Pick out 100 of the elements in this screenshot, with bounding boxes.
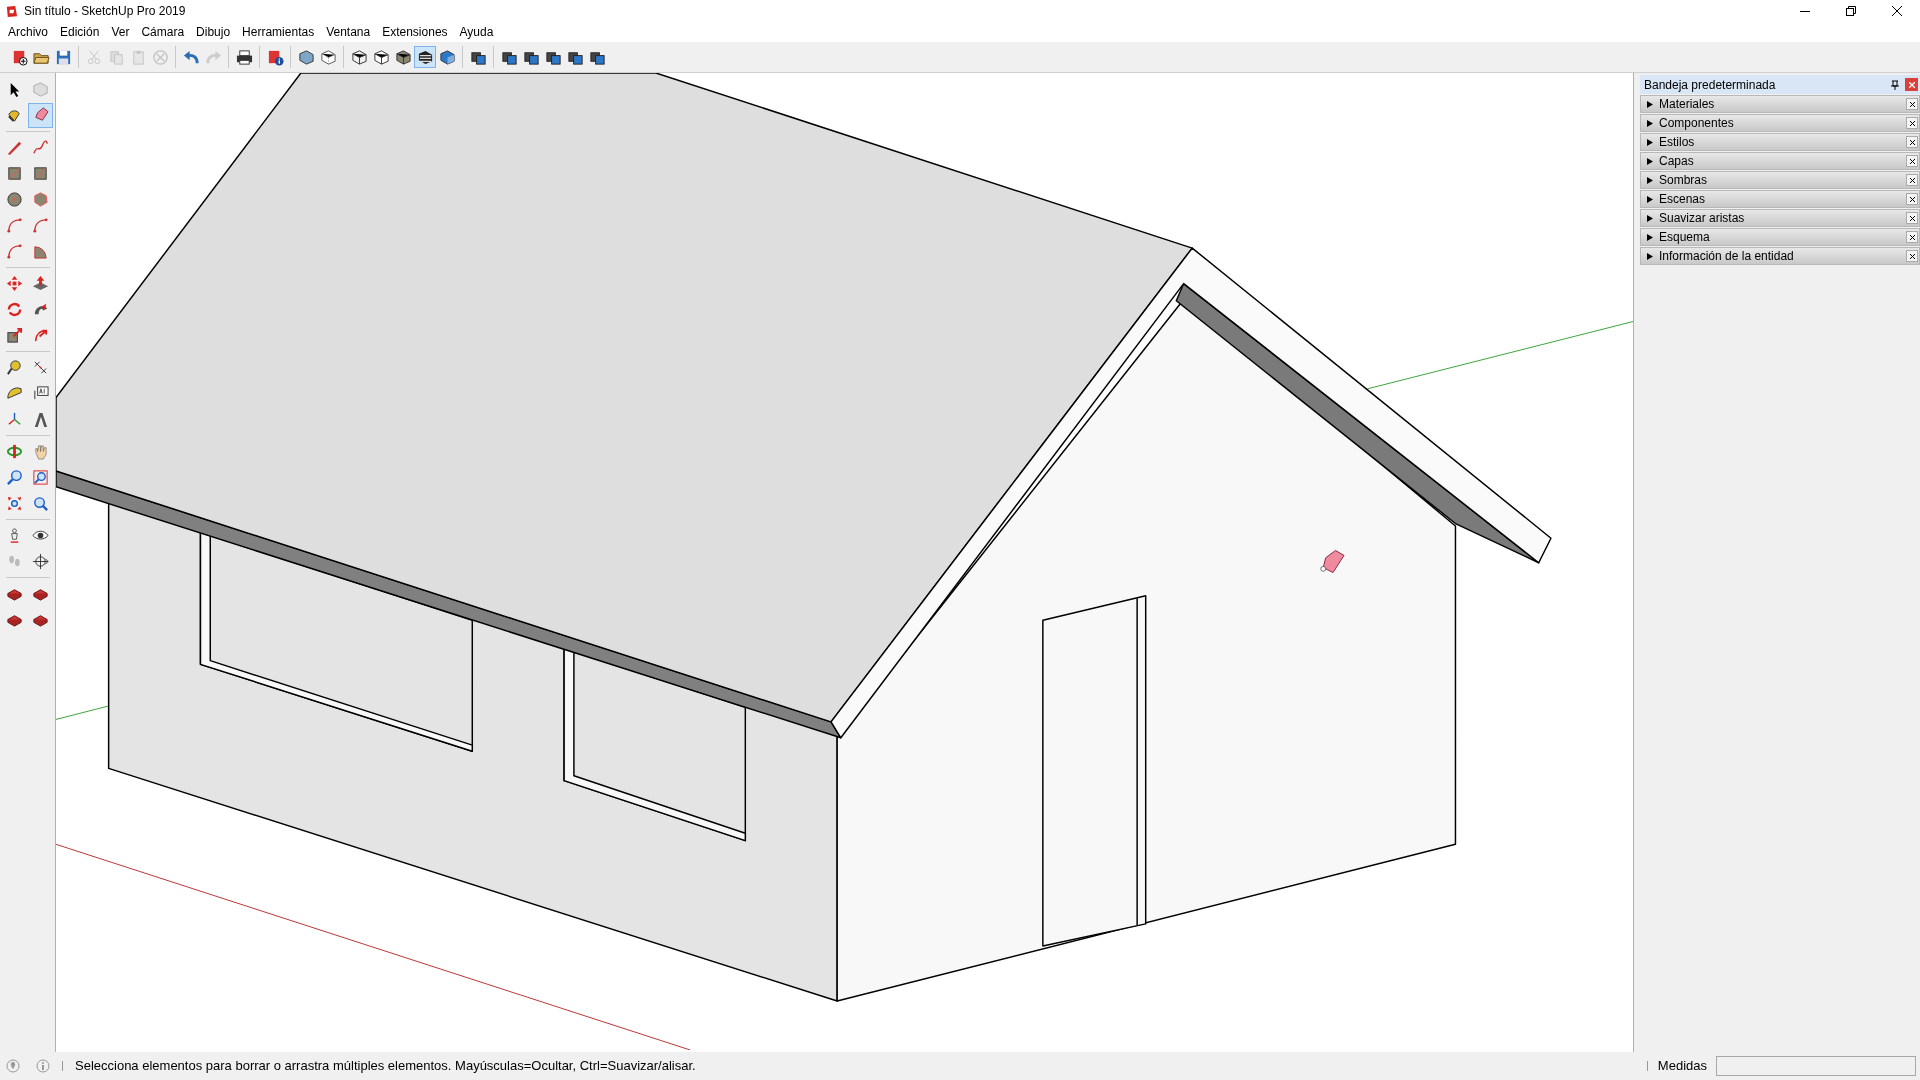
hand-icon [32,443,49,460]
polygon-icon [32,191,49,208]
redo-arrow-icon [204,48,222,66]
panel-title: Estilos [1659,134,1696,151]
xray-cube-icon [297,48,315,66]
panel-close-button[interactable] [1906,193,1918,205]
tray-title: Bandeja predeterminada [1644,76,1777,94]
paint-bucket-icon [6,107,23,124]
panel-title: Materiales [1659,96,1716,113]
panel-title: Información de la entidad [1659,248,1795,265]
dashed-cube-icon [319,48,337,66]
menu-item[interactable]: Archivo [2,22,54,42]
circle-icon [6,191,23,208]
collapsed-triangle-icon [1647,214,1653,222]
eraser-button[interactable] [28,103,53,128]
wireframe-cube-icon [350,48,368,66]
close-icon [1909,196,1915,202]
collapsed-triangle-icon [1647,100,1653,108]
panel-close-button[interactable] [1906,174,1918,186]
menu-item[interactable]: Edición [54,22,106,42]
collapsed-triangle-icon [1647,138,1653,146]
tray-panel-header[interactable]: Capas [1640,152,1920,170]
tray-panel-header[interactable]: Información de la entidad [1640,247,1920,265]
striped-cube-button[interactable] [414,46,436,68]
rotate-arrows-icon [6,301,23,318]
close-icon [1909,215,1915,221]
panel-close-button[interactable] [1906,250,1918,262]
pencil-icon [6,139,23,156]
panel-close-button[interactable] [1906,231,1918,243]
tape-measure-icon [6,359,23,376]
rectangle-icon [32,165,49,182]
close-icon [1892,6,1902,16]
copy-icon [107,48,125,66]
window-title: Sin título - SketchUp Pro 2019 [24,3,186,20]
panel-close-button[interactable] [1906,136,1918,148]
close-icon [1909,139,1915,145]
scale-icon [6,327,23,344]
model-info-icon [266,48,284,66]
tray-panel-header[interactable]: Materiales [1640,95,1920,113]
undo-arrow-icon [182,48,200,66]
panel-close-button[interactable] [1906,98,1918,110]
close-icon [1909,234,1915,240]
dimension-icon [32,359,49,376]
printer-icon [235,48,253,66]
close-icon [1909,101,1915,107]
eraser-icon [32,107,49,124]
collapsed-triangle-icon [1647,252,1653,260]
tray-panel-header[interactable]: Estilos [1640,133,1920,151]
push-pull-icon [32,275,49,292]
measurements-field[interactable] [1716,1056,1916,1076]
solid-cube-icon [372,48,390,66]
zoom-extents-icon [6,495,23,512]
tray-close-button[interactable] [1905,78,1918,91]
close-icon [1909,177,1915,183]
move-arrows-icon [6,275,23,292]
menu-item[interactable]: Extensiones [376,22,454,42]
arc-icon [32,217,49,234]
panel-close-button[interactable] [1906,212,1918,224]
tray-panel-header[interactable]: Esquema [1640,228,1920,246]
panel-title: Sombras [1659,172,1709,189]
close-icon [1909,120,1915,126]
shaded-cube-icon [394,48,412,66]
tray-panel-header[interactable]: Suavizar aristas [1640,209,1920,227]
panel-close-button[interactable] [1906,155,1918,167]
protractor-icon [6,385,23,402]
two-tone-cube-icon [438,48,456,66]
rectangle-icon [6,165,23,182]
offset-icon [32,327,49,344]
pie-icon [32,243,49,260]
component-cube-icon [32,81,49,98]
panel-title: Capas [1659,153,1695,170]
magnifier-icon [32,495,49,512]
panel-title: Componentes [1659,115,1735,132]
arc-icon [6,217,23,234]
menu-item[interactable]: Cámara [135,22,191,42]
app-logo-icon [5,4,18,18]
text-label-icon [32,385,49,402]
restore-icon [1846,6,1856,16]
tray-panel-header[interactable]: Escenas [1640,190,1920,208]
menu-item[interactable]: Ventana [320,22,377,42]
close-icon [1909,253,1915,259]
striped-cube-icon [416,48,434,66]
axes-icon [6,411,23,428]
panel-close-button[interactable] [1906,117,1918,129]
squiggle-icon [32,139,49,156]
tray-panel-header[interactable]: Sombras [1640,171,1920,189]
tray-panel-header[interactable]: Componentes [1640,114,1920,132]
menu-item[interactable]: Dibujo [190,22,237,42]
panel-title: Suavizar aristas [1659,210,1746,227]
collapsed-triangle-icon [1647,119,1653,127]
menu-item[interactable]: Ayuda [453,22,500,42]
measurements-label: Medidas [1657,1057,1707,1076]
y-axis-line [56,705,110,720]
zoom-window-icon [32,469,49,486]
pin-icon[interactable] [1891,79,1899,90]
menu-item[interactable]: Ver [105,22,136,42]
close-icon [1908,81,1915,88]
menu-item[interactable]: Herramientas [236,22,321,42]
zoom-icon [6,469,23,486]
status-message: Selecciona elementos para borrar o arrastra múltiples elementos. Mayúsculas=Ocultar, Ctrl=Suavizar/alisar. [75,1057,696,1076]
